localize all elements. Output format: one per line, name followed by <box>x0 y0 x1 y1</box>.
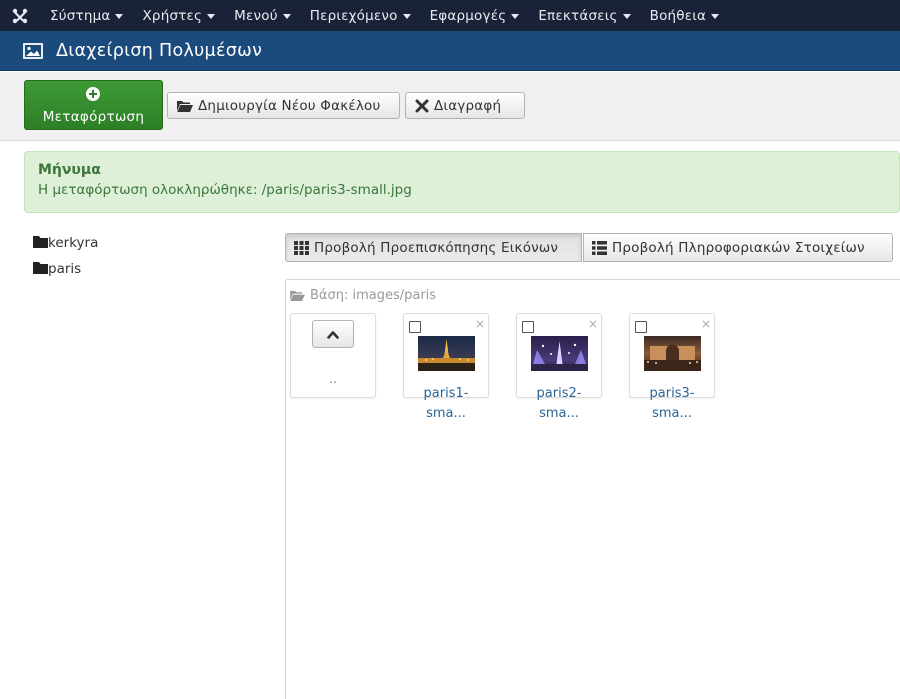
image-caption-paris3[interactable]: paris3- sma... <box>624 384 720 424</box>
breadcrumb-path: Βάση: images/paris <box>310 288 437 303</box>
select-checkbox[interactable] <box>635 321 647 333</box>
details-view-button[interactable]: Προβολή Πληροφοριακών Στοιχείων <box>583 233 893 262</box>
caption-line: paris2- <box>536 386 582 401</box>
new-folder-label: Δημιουργία Νέου Φακέλου <box>198 97 381 114</box>
image-icon <box>23 42 43 59</box>
menu-menus-label: Μενού <box>234 7 278 24</box>
up-button[interactable] <box>312 320 354 348</box>
details-view-label: Προβολή Πληροφοριακών Στοιχείων <box>612 239 865 256</box>
menu-components-label: Εφαρμογές <box>429 7 507 24</box>
delete-button[interactable]: Διαγραφή <box>405 92 525 119</box>
image-thumbnail <box>418 336 475 371</box>
upload-button[interactable]: Μεταφόρτωση <box>24 80 163 130</box>
alert-text: Η μεταφόρτωση ολοκληρώθηκε: /paris/paris… <box>38 182 412 198</box>
plus-circle-icon <box>86 87 100 101</box>
alert-heading: Μήνυμα <box>38 162 101 178</box>
caption-line: paris1- <box>423 386 469 401</box>
menu-content-label: Περιεχόμενο <box>309 7 398 24</box>
list-icon <box>592 240 607 255</box>
tree-folder-label: kerkyra <box>48 235 99 251</box>
caption-line: sma... <box>426 406 466 421</box>
select-checkbox[interactable] <box>409 321 421 333</box>
menu-menus[interactable]: Μενού <box>224 0 300 31</box>
parent-folder-card[interactable]: .. <box>290 313 376 398</box>
folder-icon <box>33 236 48 248</box>
delete-x-icon[interactable]: × <box>475 318 485 330</box>
tree-folder-label: paris <box>48 261 82 277</box>
image-caption-paris2[interactable]: paris2- sma... <box>511 384 607 424</box>
delete-x-icon[interactable]: × <box>588 318 598 330</box>
delete-x-icon[interactable]: × <box>701 318 711 330</box>
menu-content[interactable]: Περιεχόμενο <box>300 0 420 31</box>
chevron-up-icon <box>327 330 339 339</box>
menu-help[interactable]: Βοήθεια <box>640 0 729 31</box>
parent-folder-label: .. <box>329 372 337 386</box>
caret-down-icon <box>402 13 411 19</box>
media-browser: Βάση: images/paris .. × paris1- sma... ×… <box>285 279 900 699</box>
page-title: Διαχείριση Πολυμέσων <box>56 40 263 61</box>
top-navbar: Σύστημα Χρήστες Μενού Περιεχόμενο Εφαρμο… <box>0 0 900 31</box>
menu-extensions-label: Επεκτάσεις <box>538 7 618 24</box>
caret-down-icon <box>115 13 124 19</box>
grid-icon <box>294 240 309 255</box>
menu-components[interactable]: Εφαρμογές <box>420 0 529 31</box>
breadcrumb: Βάση: images/paris <box>290 288 436 303</box>
image-thumbnail <box>531 336 588 371</box>
delete-label: Διαγραφή <box>434 97 502 114</box>
caret-down-icon <box>207 13 216 19</box>
tree-folder-paris[interactable]: paris <box>33 261 81 277</box>
upload-button-label: Μεταφόρτωση <box>42 109 145 125</box>
page-header: Διαχείριση Πολυμέσων <box>0 31 900 71</box>
menu-extensions[interactable]: Επεκτάσεις <box>528 0 639 31</box>
thumbnail-view-label: Προβολή Προεπισκόπησης Εικόνων <box>314 239 559 256</box>
menu-system[interactable]: Σύστημα <box>40 0 132 31</box>
caption-line: sma... <box>539 406 579 421</box>
folder-icon <box>33 262 48 274</box>
caret-down-icon <box>711 13 720 19</box>
menu-users-label: Χρήστες <box>142 7 203 24</box>
caret-down-icon <box>622 13 631 19</box>
select-checkbox[interactable] <box>522 321 534 333</box>
folder-open-icon <box>290 290 305 301</box>
image-caption-paris1[interactable]: paris1- sma... <box>398 384 494 424</box>
new-folder-button[interactable]: Δημιουργία Νέου Φακέλου <box>167 92 400 119</box>
menu-help-label: Βοήθεια <box>649 7 707 24</box>
caret-down-icon <box>511 13 520 19</box>
folder-open-icon <box>177 100 193 112</box>
tree-folder-kerkyra[interactable]: kerkyra <box>33 235 98 251</box>
toolbar: Μεταφόρτωση Δημιουργία Νέου Φακέλου Διαγ… <box>0 72 900 141</box>
menu-system-label: Σύστημα <box>50 7 111 24</box>
success-alert: Μήνυμα Η μεταφόρτωση ολοκληρώθηκε: /pari… <box>24 151 900 213</box>
caption-line: paris3- <box>649 386 695 401</box>
joomla-icon[interactable] <box>0 0 40 31</box>
caret-down-icon <box>282 13 291 19</box>
close-icon <box>415 99 429 112</box>
image-thumbnail <box>644 336 701 371</box>
thumbnail-view-button[interactable]: Προβολή Προεπισκόπησης Εικόνων <box>285 233 582 262</box>
menu-users[interactable]: Χρήστες <box>132 0 224 31</box>
caption-line: sma... <box>652 406 692 421</box>
